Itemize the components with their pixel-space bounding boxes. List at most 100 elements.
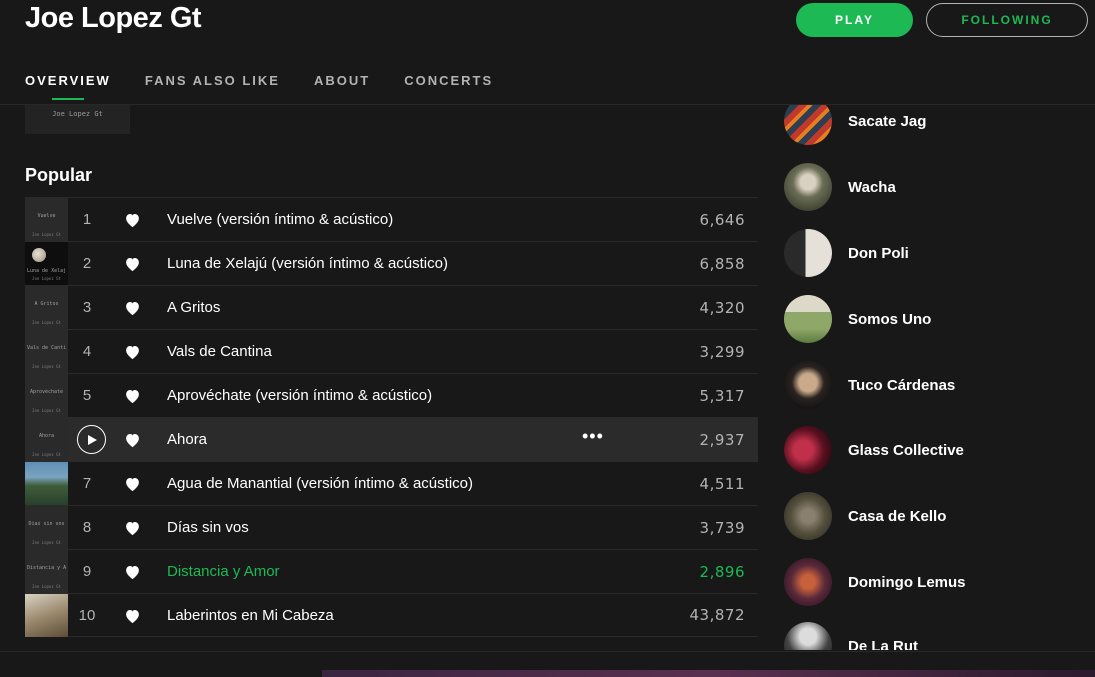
artist-name: Joe Lopez Gt xyxy=(25,2,202,34)
track-title[interactable]: A Gritos xyxy=(167,299,220,316)
track-play-count: 3,299 xyxy=(699,342,745,361)
popular-tracklist: Vuelve Joe Lopez Gt 1 Vuelve (versión ínt… xyxy=(25,197,758,637)
track-cover: Vals de Cantina Joe Lopez Gt xyxy=(25,330,68,373)
track-cover-text: Luna de Xelajú xyxy=(27,268,66,274)
track-number: 9 xyxy=(82,563,92,580)
related-artist-item[interactable]: Domingo Lemus xyxy=(784,558,966,606)
related-artist-name[interactable]: Sacate Jag xyxy=(848,113,926,130)
track-row[interactable]: 7 Agua de Manantial (versión íntimo & ac… xyxy=(25,461,758,505)
related-artist-item[interactable]: Casa de Kello xyxy=(784,492,946,540)
more-options-icon[interactable]: ••• xyxy=(582,426,604,447)
heart-icon[interactable] xyxy=(124,432,141,448)
track-cover xyxy=(25,594,68,637)
bottom-bar xyxy=(0,651,1095,677)
track-row[interactable]: 10 Laberintos en Mi Cabeza 43,872 xyxy=(25,593,758,637)
artist-avatar xyxy=(784,622,832,650)
track-play-count: 6,646 xyxy=(699,210,745,229)
track-play-count: 4,511 xyxy=(699,474,745,493)
related-artist-item[interactable]: Glass Collective xyxy=(784,426,964,474)
track-title[interactable]: Agua de Manantial (versión íntimo & acús… xyxy=(167,475,473,492)
track-row[interactable]: A Gritos Joe Lopez Gt 3 A Gritos 4,320 xyxy=(25,285,758,329)
track-row-hovered[interactable]: Ahora Joe Lopez Gt Ahora ••• 2,937 xyxy=(25,417,758,461)
track-row[interactable]: Vals de Cantina Joe Lopez Gt 4 Vals de Ca… xyxy=(25,329,758,373)
related-artist-name[interactable]: De La Rut xyxy=(848,638,918,651)
track-row[interactable]: Vuelve Joe Lopez Gt 1 Vuelve (versión ínt… xyxy=(25,197,758,241)
track-row[interactable]: Aprovéchate Joe Lopez Gt 5 Aprovéchate (v… xyxy=(25,373,758,417)
related-artist-name[interactable]: Somos Uno xyxy=(848,311,931,328)
track-title[interactable]: Laberintos en Mi Cabeza xyxy=(167,607,334,624)
track-number: 5 xyxy=(82,387,92,404)
following-button[interactable]: FOLLOWING xyxy=(926,3,1088,37)
play-button[interactable]: PLAY xyxy=(796,3,913,37)
related-artist-name[interactable]: Casa de Kello xyxy=(848,508,946,525)
track-cover: A Gritos Joe Lopez Gt xyxy=(25,286,68,329)
artist-avatar xyxy=(784,558,832,606)
track-number: 2 xyxy=(82,255,92,272)
related-artist-item[interactable]: Don Poli xyxy=(784,229,909,277)
track-number: 7 xyxy=(82,475,92,492)
track-cover-text: Ahora xyxy=(38,433,55,439)
track-cover: Ahora Joe Lopez Gt xyxy=(25,418,68,461)
heart-icon[interactable] xyxy=(124,344,141,360)
track-cover: Distancia y Amor Joe Lopez Gt xyxy=(25,550,68,593)
related-artist-name[interactable]: Glass Collective xyxy=(848,442,964,459)
track-number: 10 xyxy=(78,606,96,624)
track-cover-text: A Gritos xyxy=(34,301,59,307)
artist-avatar xyxy=(784,163,832,211)
related-artist-name[interactable]: Domingo Lemus xyxy=(848,574,966,591)
track-row-now-playing[interactable]: Distancia y Amor Joe Lopez Gt 9 Distancia… xyxy=(25,549,758,593)
related-artist-name[interactable]: Tuco Cárdenas xyxy=(848,377,955,394)
track-number: 1 xyxy=(82,211,92,228)
track-number: 4 xyxy=(82,343,92,360)
track-cover: Aprovéchate Joe Lopez Gt xyxy=(25,374,68,417)
track-title[interactable]: Vuelve (versión íntimo & acústico) xyxy=(167,211,393,228)
track-cover-subtext: Joe Lopez Gt xyxy=(32,232,61,237)
artist-avatar xyxy=(784,295,832,343)
track-cover-text: Vuelve xyxy=(37,213,56,219)
related-artist-item[interactable]: Tuco Cárdenas xyxy=(784,361,955,409)
track-play-count: 3,739 xyxy=(699,518,745,537)
heart-icon[interactable] xyxy=(124,608,141,624)
track-number: 3 xyxy=(82,299,92,316)
track-play-count: 43,872 xyxy=(689,606,745,624)
track-number: 8 xyxy=(82,519,92,536)
track-title[interactable]: Luna de Xelajú (versión íntimo & acústic… xyxy=(167,255,448,272)
related-artist-item[interactable]: Wacha xyxy=(784,163,896,211)
heart-icon[interactable] xyxy=(124,388,141,404)
moon-image xyxy=(32,248,46,262)
tab-about[interactable]: ABOUT xyxy=(314,73,370,88)
track-play-count: 5,317 xyxy=(699,386,745,405)
tab-concerts[interactable]: CONCERTS xyxy=(404,73,493,88)
artist-avatar xyxy=(784,426,832,474)
track-cover-subtext: Joe Lopez Gt xyxy=(32,540,61,545)
album-cover-text: Joe Lopez Gt xyxy=(52,110,103,118)
track-row[interactable]: Días sin vos Joe Lopez Gt 8 Días sin vos … xyxy=(25,505,758,549)
track-play-count: 2,896 xyxy=(699,562,745,581)
track-cover-text: Días sin vos xyxy=(28,521,65,527)
related-artist-item[interactable]: Somos Uno xyxy=(784,295,931,343)
heart-icon[interactable] xyxy=(124,256,141,272)
play-track-button[interactable] xyxy=(77,425,106,454)
track-cover-subtext: Joe Lopez Gt xyxy=(32,320,61,325)
track-title[interactable]: Ahora xyxy=(167,431,207,448)
track-cover-subtext: Joe Lopez Gt xyxy=(32,276,61,281)
track-cover-text: Distancia y Amor xyxy=(27,565,66,571)
track-title[interactable]: Días sin vos xyxy=(167,519,249,536)
heart-icon[interactable] xyxy=(124,564,141,580)
tab-overview[interactable]: OVERVIEW xyxy=(25,73,111,100)
play-icon xyxy=(88,434,97,445)
related-artist-item[interactable]: De La Rut xyxy=(784,622,918,650)
heart-icon[interactable] xyxy=(124,300,141,316)
heart-icon[interactable] xyxy=(124,520,141,536)
artist-tabs: OVERVIEW FANS ALSO LIKE ABOUT CONCERTS xyxy=(25,73,527,100)
track-row[interactable]: Luna de Xelajú Joe Lopez Gt 2 Luna de Xel… xyxy=(25,241,758,285)
track-title[interactable]: Aprovéchate (versión íntimo & acústico) xyxy=(167,387,432,404)
related-artist-name[interactable]: Don Poli xyxy=(848,245,909,262)
related-artist-name[interactable]: Wacha xyxy=(848,179,896,196)
artist-header: Joe Lopez Gt PLAY FOLLOWING OVERVIEW FAN… xyxy=(0,0,1095,105)
tab-fans-also-like[interactable]: FANS ALSO LIKE xyxy=(145,73,280,88)
track-title[interactable]: Distancia y Amor xyxy=(167,563,280,580)
track-title[interactable]: Vals de Cantina xyxy=(167,343,272,360)
heart-icon[interactable] xyxy=(124,212,141,228)
heart-icon[interactable] xyxy=(124,476,141,492)
